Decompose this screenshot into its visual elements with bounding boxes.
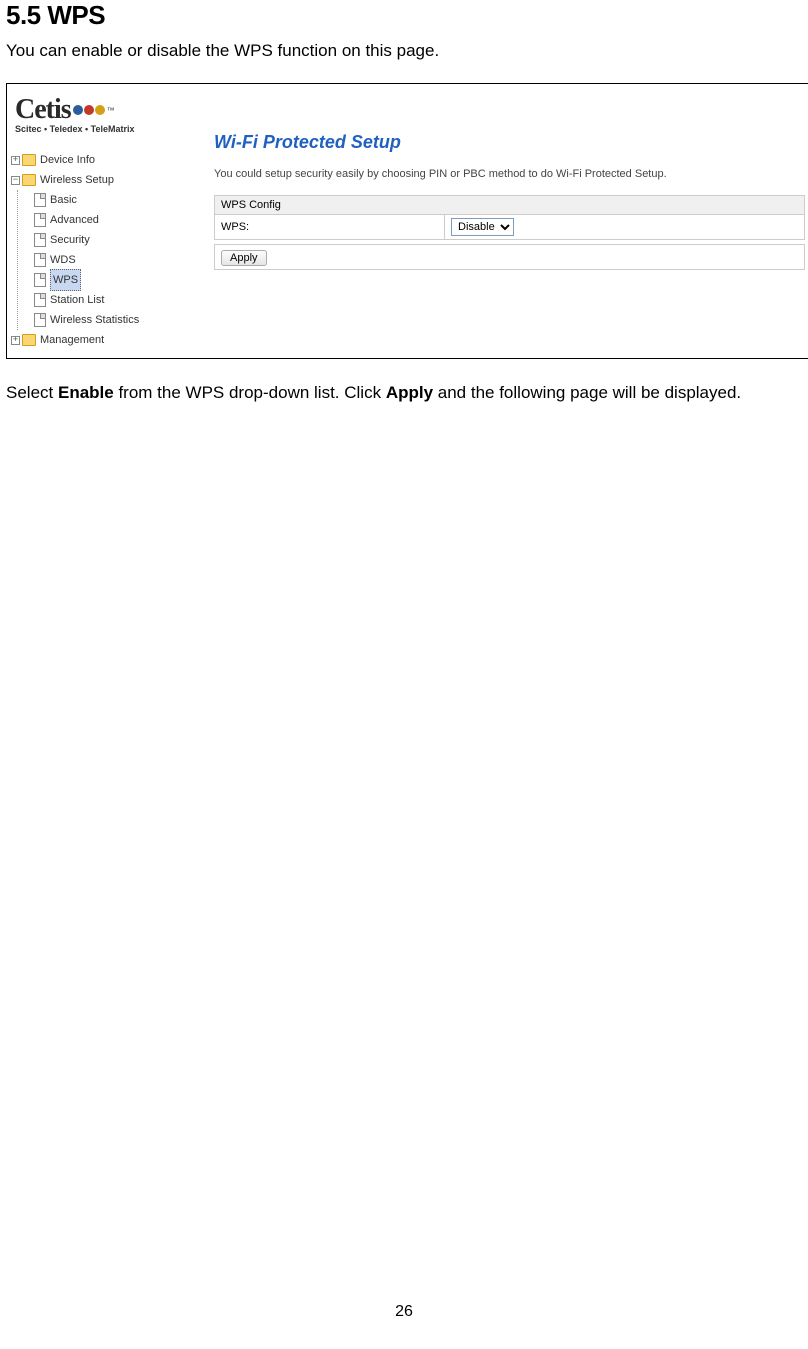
tree-item-management[interactable]: + Management — [11, 330, 212, 350]
screenshot-container: Cetis ™ Scitec • Teledex • TeleMatrix + … — [6, 83, 808, 359]
wps-dropdown[interactable]: Disable — [451, 218, 514, 236]
tree-item-wireless-statistics[interactable]: Wireless Statistics — [18, 310, 212, 330]
wps-config-table: WPS Config WPS: Disable — [214, 195, 805, 240]
collapse-icon[interactable]: − — [11, 176, 20, 185]
wps-value-cell: Disable — [445, 215, 805, 240]
tree-label: Station List — [50, 290, 104, 310]
folder-closed-icon — [22, 334, 36, 346]
expand-icon[interactable]: + — [11, 336, 20, 345]
file-icon — [34, 273, 46, 287]
logo-area: Cetis ™ Scitec • Teledex • TeleMatrix — [11, 90, 212, 144]
tree-label: Wireless Statistics — [50, 310, 139, 330]
tree-label: Management — [40, 330, 104, 350]
file-icon — [34, 213, 46, 227]
intro-text: You can enable or disable the WPS functi… — [6, 41, 802, 61]
tree-item-wds[interactable]: WDS — [18, 250, 212, 270]
panel-description: You could setup security easily by choos… — [214, 167, 805, 181]
tree-item-basic[interactable]: Basic — [18, 190, 212, 210]
logo-text: Cetis — [15, 94, 71, 126]
tree-label: Security — [50, 230, 90, 250]
tree-label: Advanced — [50, 210, 99, 230]
panel-title: Wi-Fi Protected Setup — [214, 132, 805, 153]
tree-item-wireless-setup[interactable]: − Wireless Setup — [11, 170, 212, 190]
apply-button[interactable]: Apply — [221, 250, 267, 266]
post-instruction-text: Select Enable from the WPS drop-down lis… — [6, 381, 802, 405]
tree-item-device-info[interactable]: + Device Info — [11, 150, 212, 170]
file-icon — [34, 253, 46, 267]
tree-label-selected: WPS — [50, 269, 81, 291]
page-number: 26 — [0, 1303, 808, 1321]
tree-label: Wireless Setup — [40, 170, 114, 190]
file-icon — [34, 193, 46, 207]
folder-closed-icon — [22, 154, 36, 166]
expand-icon[interactable]: + — [11, 156, 20, 165]
section-heading: 5.5 WPS — [6, 0, 802, 31]
sidebar: Cetis ™ Scitec • Teledex • TeleMatrix + … — [7, 84, 212, 358]
tree-item-wps[interactable]: WPS — [18, 270, 212, 290]
logo-trademark: ™ — [107, 106, 115, 115]
file-icon — [34, 233, 46, 247]
main-panel: Wi-Fi Protected Setup You could setup se… — [212, 84, 808, 358]
tree-item-advanced[interactable]: Advanced — [18, 210, 212, 230]
wps-label: WPS: — [215, 215, 445, 240]
tree-label: Device Info — [40, 150, 95, 170]
logo-subtitle: Scitec • Teledex • TeleMatrix — [15, 124, 212, 134]
apply-row: Apply — [214, 244, 805, 270]
logo-dots-icon — [73, 105, 105, 115]
folder-open-icon — [22, 174, 36, 186]
tree-label: WDS — [50, 250, 76, 270]
tree-item-security[interactable]: Security — [18, 230, 212, 250]
tree-label: Basic — [50, 190, 77, 210]
file-icon — [34, 313, 46, 327]
tree-item-station-list[interactable]: Station List — [18, 290, 212, 310]
navigation-tree: + Device Info − Wireless Setup Basic — [11, 150, 212, 350]
file-icon — [34, 293, 46, 307]
config-header: WPS Config — [215, 196, 805, 215]
